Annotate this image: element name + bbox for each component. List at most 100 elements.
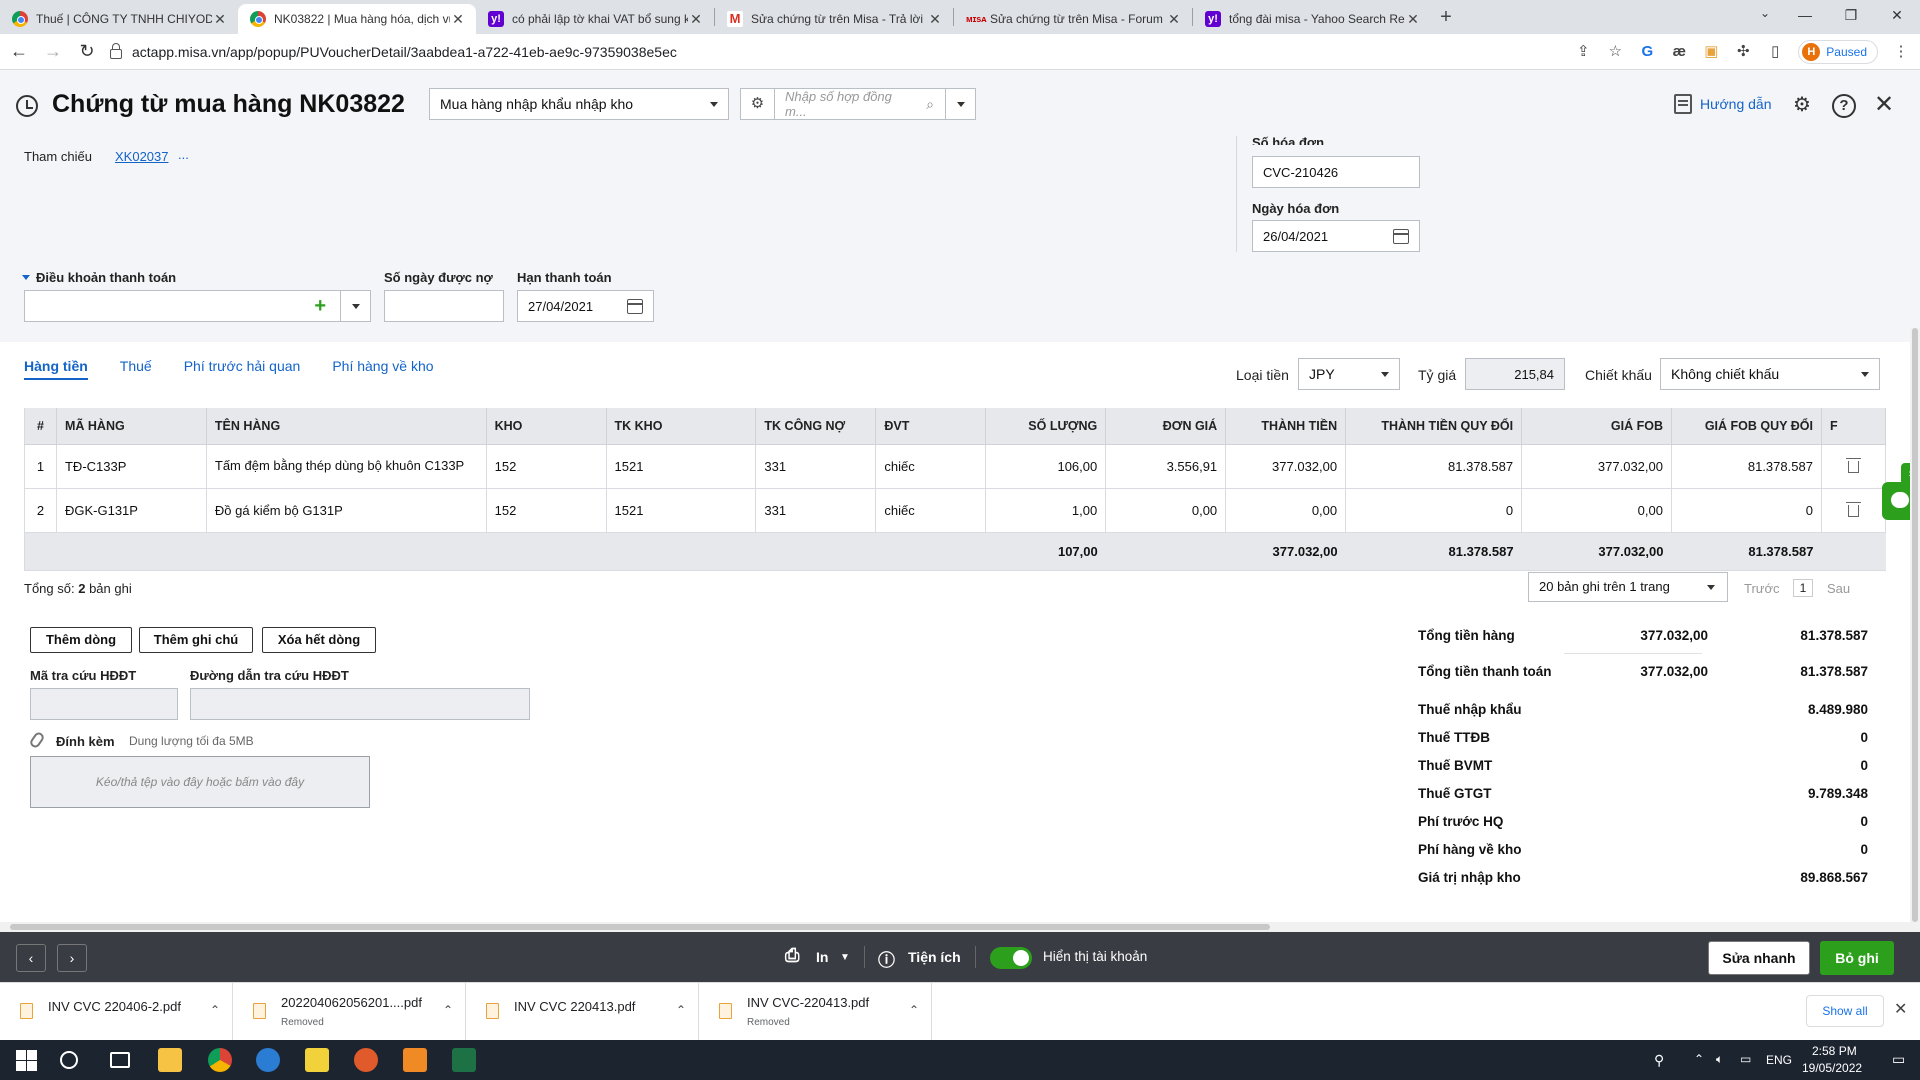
trash-icon[interactable] <box>1845 457 1861 473</box>
browser-taskbar-icon[interactable] <box>256 1048 280 1072</box>
fob-converted-cell[interactable]: 81.378.587 <box>1671 444 1822 489</box>
voucher-type-select[interactable]: Mua hàng nhập khẩu nhập kho <box>429 88 729 120</box>
close-tab-icon[interactable]: ✕ <box>450 11 466 28</box>
payable-account-cell[interactable]: 331 <box>755 488 877 533</box>
browser-tab[interactable]: y! có phải lập tờ khai VAT bổ sung k ✕ <box>476 4 714 34</box>
column-header[interactable]: ĐVT <box>875 408 987 445</box>
translate-icon[interactable]: G <box>1638 43 1656 61</box>
quantity-cell[interactable]: 106,00 <box>985 444 1107 489</box>
forward-arrow-icon[interactable]: → <box>38 41 68 62</box>
table-row[interactable]: 1 TĐ-C133P Tấm đệm bằng thép dùng bộ khu… <box>24 444 1887 489</box>
page-number[interactable]: 1 <box>1793 579 1813 597</box>
close-tab-icon[interactable]: ✕ <box>212 11 228 28</box>
due-date-field[interactable]: 27/04/2021 <box>517 290 654 322</box>
amount-converted-cell[interactable]: 81.378.587 <box>1345 444 1523 489</box>
unit-price-cell[interactable]: 3.556,91 <box>1105 444 1227 489</box>
payment-terms-select[interactable]: + <box>24 290 371 322</box>
restore-icon[interactable]: ❐ <box>1828 0 1874 30</box>
column-header[interactable]: ĐƠN GIÁ <box>1105 408 1227 445</box>
column-header[interactable]: TK CÔNG NỢ <box>755 408 877 445</box>
contract-input[interactable]: Nhập số hợp đồng m... <box>775 89 915 119</box>
close-icon[interactable]: ✕ <box>1872 93 1896 118</box>
stock-account-cell[interactable]: 1521 <box>606 488 757 533</box>
discount-select[interactable]: Không chiết khấu <box>1660 358 1880 390</box>
file-explorer-icon[interactable] <box>158 1048 182 1072</box>
clock-date[interactable]: 19/05/2022 <box>1802 1061 1862 1075</box>
chevron-up-icon[interactable]: ⌃ <box>443 1003 453 1017</box>
app-orange-taskbar-icon[interactable] <box>403 1048 427 1072</box>
reload-icon[interactable]: ↻ <box>72 41 102 62</box>
reference-more-button[interactable]: ... <box>178 147 189 162</box>
help-icon[interactable]: ? <box>1832 94 1856 118</box>
people-icon[interactable]: ⚲ <box>1654 1052 1664 1069</box>
history-icon[interactable] <box>16 95 38 117</box>
payment-terms-label[interactable]: Điều khoản thanh toán <box>22 270 176 285</box>
back-arrow-icon[interactable]: ← <box>4 41 34 62</box>
browser-tab[interactable]: M Sửa chứng từ trên Misa - Trả lời ✕ <box>715 4 953 34</box>
stock-account-cell[interactable]: 1521 <box>606 444 757 489</box>
close-tab-icon[interactable]: ✕ <box>688 11 704 28</box>
amount-converted-cell[interactable]: 0 <box>1345 488 1523 533</box>
chevron-up-icon[interactable]: ⌃ <box>909 1003 919 1017</box>
add-plus-icon[interactable]: + <box>314 296 326 316</box>
extensions-puzzle-icon[interactable]: ✣ <box>1734 43 1752 61</box>
chevron-up-icon[interactable]: ⌃ <box>210 1003 220 1017</box>
next-voucher-chevron-icon[interactable]: › <box>57 944 87 972</box>
attachment-dropzone[interactable]: Kéo/thả tệp vào đây hoặc bấm vào đây <box>30 756 370 808</box>
language-indicator[interactable]: ENG <box>1766 1053 1792 1067</box>
close-tab-icon[interactable]: ✕ <box>1166 11 1182 28</box>
tab-search-chevron-icon[interactable]: ⌄ <box>1760 6 1770 20</box>
printer-icon[interactable]: ⎙ <box>785 945 799 966</box>
search-circle-icon[interactable] <box>60 1051 78 1069</box>
amount-cell[interactable]: 0,00 <box>1225 488 1347 533</box>
scrollbar-thumb[interactable] <box>10 924 1270 930</box>
share-icon[interactable]: ⇪ <box>1574 43 1592 61</box>
download-item[interactable]: INV CVC 220413.pdf ⌃ <box>466 983 699 1041</box>
utilities-button[interactable]: Tiện ích <box>908 949 961 965</box>
new-tab-button[interactable]: + <box>1431 6 1461 29</box>
add-row-button[interactable]: Thêm dòng <box>30 627 132 653</box>
trash-icon[interactable] <box>1845 501 1861 517</box>
lookup-url-field[interactable] <box>190 688 530 720</box>
horizontal-scrollbar[interactable] <box>0 922 1920 932</box>
volume-icon[interactable]: 🔈︎ <box>1716 1052 1723 1067</box>
discard-button[interactable]: Bỏ ghi <box>1820 941 1894 975</box>
rate-field[interactable]: 215,84 <box>1465 358 1565 390</box>
extension-cube-icon[interactable]: ▣ <box>1702 43 1720 61</box>
column-header[interactable]: THÀNH TIỀN <box>1225 408 1347 445</box>
invoice-date-field[interactable]: 26/04/2021 <box>1252 220 1420 252</box>
column-header[interactable]: GIÁ FOB <box>1521 408 1672 445</box>
currency-select[interactable]: JPY <box>1298 358 1400 390</box>
calendar-icon[interactable] <box>1393 229 1409 244</box>
prev-page-button[interactable]: Trước <box>1744 581 1780 596</box>
close-tab-icon[interactable]: ✕ <box>927 11 943 28</box>
lock-icon[interactable] <box>110 43 122 59</box>
amount-cell[interactable]: 377.032,00 <box>1225 444 1347 489</box>
unit-price-cell[interactable]: 0,00 <box>1105 488 1227 533</box>
delete-all-rows-button[interactable]: Xóa hết dòng <box>262 627 376 653</box>
profile-button[interactable]: H Paused <box>1798 40 1878 64</box>
tab-warehouse-fee[interactable]: Phí hàng về kho <box>332 358 433 380</box>
download-item[interactable]: INV CVC 220406-2.pdf ⌃ <box>0 983 233 1041</box>
chevron-down-icon[interactable]: ▼ <box>840 952 850 963</box>
browser-tab[interactable]: y! tổng đài misa - Yahoo Search Re ✕ <box>1193 4 1431 34</box>
payable-account-cell[interactable]: 331 <box>755 444 877 489</box>
vertical-scrollbar[interactable] <box>1910 328 1920 922</box>
chevron-up-icon[interactable]: ⌃ <box>1694 1052 1704 1066</box>
url-field[interactable]: actapp.misa.vn/app/popup/PUVoucherDetail… <box>110 38 1640 66</box>
item-code-cell[interactable]: TĐ-C133P <box>56 444 207 489</box>
table-row[interactable]: 2 ĐGK-G131P Đồ gá kiểm bộ G131P 152 1521… <box>24 488 1887 533</box>
column-header[interactable]: SỐ LƯỢNG <box>985 408 1107 445</box>
settings-gear-icon[interactable]: ⚙ <box>1790 94 1814 118</box>
unit-cell[interactable]: chiếc <box>875 488 987 533</box>
column-header[interactable]: THÀNH TIỀN QUY ĐỔI <box>1345 408 1523 445</box>
page-size-select[interactable]: 20 bản ghi trên 1 trang <box>1528 572 1728 602</box>
previous-voucher-chevron-icon[interactable]: ‹ <box>16 944 46 972</box>
tab-pre-customs-fee[interactable]: Phí trước hải quan <box>184 358 301 380</box>
warehouse-cell[interactable]: 152 <box>486 488 607 533</box>
chevron-down-icon[interactable] <box>945 89 975 119</box>
browser-tab[interactable]: Thuế | CÔNG TY TNHH CHIYODA ✕ <box>0 4 238 34</box>
next-page-button[interactable]: Sau <box>1827 581 1850 596</box>
task-view-icon[interactable] <box>110 1052 130 1068</box>
item-name-cell[interactable]: Tấm đệm bằng thép dùng bộ khuôn C133P <box>206 444 487 489</box>
